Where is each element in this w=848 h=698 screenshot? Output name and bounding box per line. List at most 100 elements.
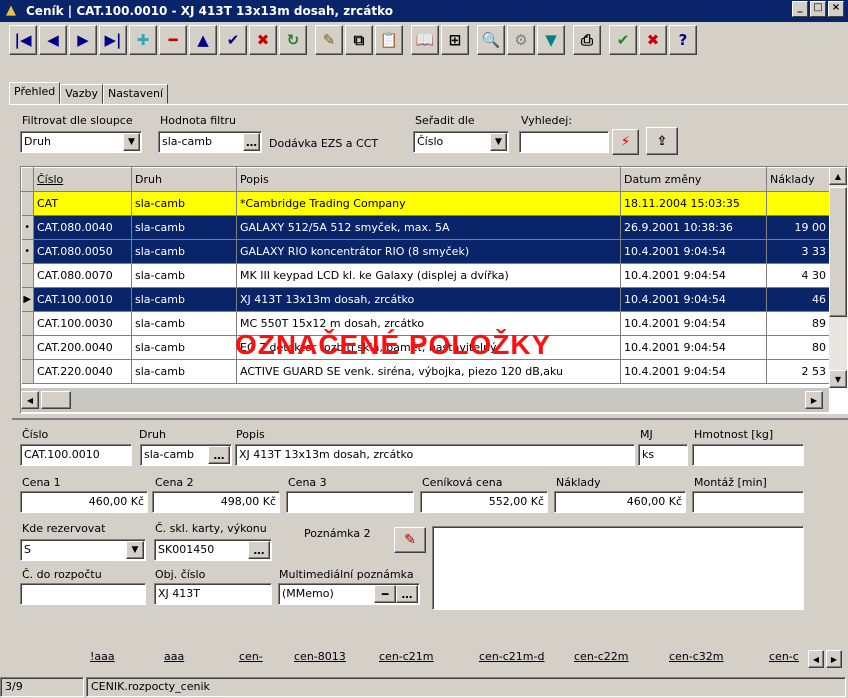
cell-popis[interactable]: GALAXY RIO koncentrátor RIO (8 smyček) xyxy=(236,239,621,264)
mj-field[interactable]: ks xyxy=(638,444,688,466)
cancel-record-icon[interactable]: ✖ xyxy=(249,25,277,55)
bottom-tab-cenc21md[interactable]: cen-c21m-d xyxy=(465,648,558,666)
tab-vazby[interactable]: Vazby xyxy=(60,84,103,104)
cell-naklady[interactable]: 89 xyxy=(766,311,830,336)
cell-popis[interactable]: ACTIVE GUARD SE venk. siréna, výbojka, p… xyxy=(236,359,621,384)
bottom-tab-aaa[interactable]: !aaa xyxy=(76,648,129,666)
multimedia-open-button[interactable]: … xyxy=(396,585,418,603)
lightning-icon[interactable]: ⚡ xyxy=(612,129,639,155)
cena2-field[interactable]: 498,00 Kč xyxy=(152,491,280,513)
cena3-field[interactable] xyxy=(286,491,414,513)
cell-datum[interactable]: 10.4.2001 9:04:54 xyxy=(620,239,767,264)
cell-cislo[interactable]: CAT.220.0040 xyxy=(33,359,132,384)
tabs-scroll-right-icon[interactable]: ▶ xyxy=(826,650,842,668)
bottom-tab-cen8013[interactable]: cen-8013 xyxy=(280,648,360,666)
cell-naklady[interactable]: 2 53 xyxy=(766,359,830,384)
tree-icon[interactable]: ⊞ xyxy=(441,25,469,55)
cena1-field[interactable]: 460,00 Kč xyxy=(20,491,148,513)
cell-naklady[interactable]: 19 00 xyxy=(766,215,830,240)
cell-naklady[interactable]: 46 xyxy=(766,287,830,312)
cell-cislo[interactable]: CAT.100.0030 xyxy=(33,311,132,336)
prev-record-icon[interactable]: ◀ xyxy=(39,25,67,55)
help-icon[interactable]: ? xyxy=(669,25,697,55)
kde-dropdown-icon[interactable]: ▼ xyxy=(126,541,144,559)
cell-cislo[interactable]: CAT.080.0070 xyxy=(33,263,132,288)
grid-header-druh[interactable]: Druh xyxy=(131,167,237,192)
cell-datum[interactable]: 10.4.2001 9:04:54 xyxy=(620,263,767,288)
rozpocet-field[interactable] xyxy=(20,583,146,605)
grid-header-cislo[interactable]: Číslo xyxy=(33,167,132,192)
cell-cislo[interactable]: CAT xyxy=(33,191,132,216)
grid-header-naklady[interactable]: Náklady xyxy=(766,167,830,192)
cell-popis[interactable]: GALAXY 512/5A 512 smyček, max. 5A xyxy=(236,215,621,240)
ok-icon[interactable]: ✔ xyxy=(609,25,637,55)
edit-record-icon[interactable]: ▲ xyxy=(189,25,217,55)
note-edit-icon[interactable]: ✎ xyxy=(394,527,426,553)
table-row[interactable]: CAT sla-camb *Cambridge Trading Company 18.… xyxy=(21,191,830,216)
cell-datum[interactable]: 10.4.2001 9:04:54 xyxy=(620,287,767,312)
post-record-icon[interactable]: ✔ xyxy=(219,25,247,55)
refresh-icon[interactable]: ↻ xyxy=(279,25,307,55)
bottom-tab-cen[interactable]: cen- xyxy=(225,648,277,666)
cell-popis[interactable]: MK III keypad LCD kl. ke Galaxy (displej… xyxy=(236,263,621,288)
cell-datum[interactable]: 10.4.2001 9:04:54 xyxy=(620,335,767,360)
table-row[interactable]: CAT.080.0070 sla-camb MK III keypad LCD kl… xyxy=(21,263,830,288)
cislo-field[interactable]: CAT.100.0010 xyxy=(20,444,132,466)
cell-cislo[interactable]: CAT.080.0040 xyxy=(33,215,132,240)
bottom-tab-aaa[interactable]: aaa xyxy=(150,648,198,666)
bottom-tab-cenc32m[interactable]: cen-c32m xyxy=(655,648,738,666)
records-grid[interactable]: Číslo Druh Popis Datum změny Náklady CAT… xyxy=(20,166,848,414)
table-row[interactable]: ▶ CAT.100.0010 sla-camb XJ 413T 13x13m dosa… xyxy=(21,287,830,312)
search-icon[interactable]: 🔍 xyxy=(477,25,505,55)
next-record-icon[interactable]: ▶ xyxy=(69,25,97,55)
table-row[interactable]: • CAT.080.0040 sla-camb GALAXY 512/5A 512 s… xyxy=(21,215,830,240)
cell-datum[interactable]: 18.11.2004 15:03:35 xyxy=(620,191,767,216)
hmotnost-field[interactable] xyxy=(692,444,804,466)
cell-naklady[interactable]: 3 33 xyxy=(766,239,830,264)
cell-cislo[interactable]: CAT.100.0010 xyxy=(33,287,132,312)
multimedia-clear-button[interactable]: ━ xyxy=(374,585,396,603)
grid-header-datum[interactable]: Datum změny xyxy=(620,167,767,192)
cell-naklady[interactable] xyxy=(766,191,830,216)
minimize-button[interactable]: _ xyxy=(792,1,808,17)
grid-hscrollbar[interactable]: ◀ ▶ xyxy=(21,388,829,412)
cell-druh[interactable]: sla-camb xyxy=(131,359,237,384)
cell-cislo[interactable]: CAT.080.0050 xyxy=(33,239,132,264)
table-row[interactable]: CAT.220.0040 sla-camb ACTIVE GUARD SE venk… xyxy=(21,359,830,384)
cell-datum[interactable]: 10.4.2001 9:04:54 xyxy=(620,311,767,336)
close-window-button[interactable]: × xyxy=(828,1,844,17)
cell-druh[interactable]: sla-camb xyxy=(131,311,237,336)
settings-icon[interactable]: ⚙ xyxy=(507,25,535,55)
paste-icon[interactable]: 📋 xyxy=(375,25,403,55)
naklady-field[interactable]: 460,00 Kč xyxy=(554,491,686,513)
last-record-icon[interactable]: ▶| xyxy=(99,25,127,55)
hscroll-thumb[interactable] xyxy=(41,391,71,409)
cell-naklady[interactable]: 4 30 xyxy=(766,263,830,288)
druh-lookup-button[interactable]: … xyxy=(208,446,230,464)
delete-record-icon[interactable]: ━ xyxy=(159,25,187,55)
sort-dropdown-icon[interactable]: ▼ xyxy=(490,133,507,151)
cell-cislo[interactable]: CAT.200.0040 xyxy=(33,335,132,360)
cell-popis[interactable]: *Cambridge Trading Company xyxy=(236,191,621,216)
grid-vscrollbar[interactable]: ▲ ▼ xyxy=(829,167,847,388)
filter-value-lookup-button[interactable]: … xyxy=(243,133,260,151)
cell-druh[interactable]: sla-camb xyxy=(131,335,237,360)
tabs-scroll-left-icon[interactable]: ◀ xyxy=(808,650,824,668)
splitter[interactable] xyxy=(12,418,848,420)
skl-lookup-button[interactable]: … xyxy=(248,541,270,559)
cell-naklady[interactable]: 80 xyxy=(766,335,830,360)
scroll-right-icon[interactable]: ▶ xyxy=(805,391,823,409)
scroll-thumb[interactable] xyxy=(829,187,847,317)
cell-druh[interactable]: sla-camb xyxy=(131,191,237,216)
table-row[interactable]: • CAT.080.0050 sla-camb GALAXY RIO koncentr… xyxy=(21,239,830,264)
cell-druh[interactable]: sla-camb xyxy=(131,287,237,312)
tab-nastaveni[interactable]: Nastavení xyxy=(102,84,169,104)
close-icon[interactable]: ✖ xyxy=(639,25,667,55)
book-icon[interactable]: 📖 xyxy=(411,25,439,55)
cell-datum[interactable]: 10.4.2001 9:04:54 xyxy=(620,359,767,384)
cell-druh[interactable]: sla-camb xyxy=(131,263,237,288)
pin-icon[interactable]: ✎ xyxy=(315,25,343,55)
scroll-down-icon[interactable]: ▼ xyxy=(829,370,847,388)
cell-popis[interactable]: XJ 413T 13x13m dosah, zrcátko xyxy=(236,287,621,312)
popis-field[interactable]: XJ 413T 13x13m dosah, zrcátko xyxy=(235,444,635,466)
